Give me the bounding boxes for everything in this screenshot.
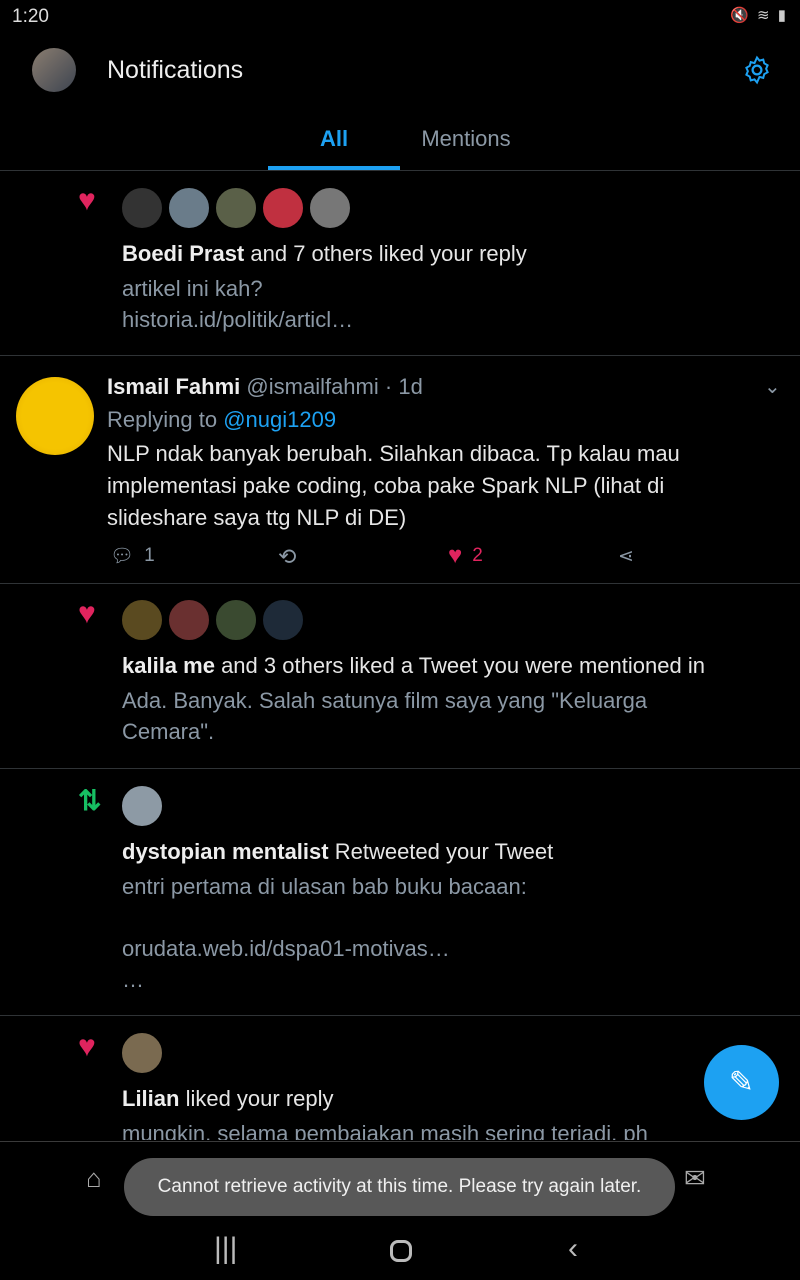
action-text: and 7 others liked your reply — [244, 241, 527, 266]
retweet-button[interactable]: ⟲ — [278, 544, 296, 570]
home-icon[interactable]: ⌂ — [86, 1163, 102, 1194]
actor-name[interactable]: dystopian mentalist — [122, 839, 329, 864]
status-time: 1:20 — [12, 6, 49, 27]
preview-line: mungkin, selama pembajakan masih sering … — [122, 1121, 648, 1140]
notification-text[interactable]: Boedi Prast and 7 others liked your repl… — [122, 238, 527, 269]
toast-message: Cannot retrieve activity at this time. P… — [124, 1158, 675, 1216]
tweet-author-handle: @ismailfahmi — [246, 374, 379, 399]
status-icons: 🔇 ≋ ▮ — [730, 7, 788, 24]
compose-tweet-button[interactable]: ✎ — [704, 1045, 779, 1120]
avatar[interactable] — [261, 186, 305, 230]
heart-icon: ♥ — [78, 597, 96, 630]
feather-plus-icon: ✎ — [728, 1066, 755, 1099]
messages-icon[interactable]: ✉ — [684, 1163, 706, 1194]
home-button[interactable] — [390, 1240, 412, 1262]
action-text: and 3 others liked a Tweet you were ment… — [214, 653, 705, 678]
action-text: Retweeted your Tweet — [328, 839, 554, 864]
avatar[interactable] — [120, 784, 164, 828]
avatar[interactable] — [120, 598, 164, 642]
divider — [0, 1141, 800, 1142]
replying-label: Replying to — [107, 407, 224, 432]
preview-line: Ada. Banyak. Salah satunya film saya yan… — [122, 688, 648, 744]
reply-count: 1 — [144, 545, 155, 566]
avatar[interactable] — [214, 598, 258, 642]
divider — [0, 768, 800, 769]
actor-name[interactable]: Lilian — [122, 1086, 179, 1111]
retweet-icon: ⟲ — [278, 544, 297, 569]
tab-mentions[interactable]: Mentions — [400, 126, 532, 152]
preview-ellipsis: … — [122, 967, 144, 992]
preview-line: entri pertama di ulasan bab buku bacaan: — [122, 874, 527, 899]
reply-button[interactable]: 💬︎ 1 — [110, 544, 155, 568]
avatar[interactable] — [120, 1031, 164, 1075]
tweet-time: · 1d — [384, 374, 423, 399]
page-title: Notifications — [107, 56, 244, 84]
divider — [0, 355, 800, 356]
actor-name[interactable]: kalila me — [122, 653, 215, 678]
mention-link[interactable]: @nugi1209 — [223, 407, 336, 432]
action-text: liked your reply — [179, 1086, 334, 1111]
recent-apps-button[interactable]: ||| — [214, 1232, 237, 1266]
avatar[interactable] — [214, 186, 258, 230]
profile-avatar[interactable] — [32, 48, 76, 92]
like-count: 2 — [472, 545, 483, 566]
avatar[interactable] — [120, 186, 164, 230]
divider — [0, 1015, 800, 1016]
tweet-body: NLP ndak banyak berubah. Silahkan dibaca… — [107, 441, 680, 530]
back-button[interactable]: ‹ — [568, 1232, 578, 1266]
tweet-author-name[interactable]: Ismail Fahmi — [107, 374, 240, 399]
chevron-down-icon[interactable]: ⌄ — [764, 374, 781, 399]
avatar[interactable] — [167, 598, 211, 642]
avatar[interactable] — [261, 598, 305, 642]
heart-icon: ♥ — [78, 1030, 96, 1063]
avatar[interactable] — [167, 186, 211, 230]
tweet-avatar[interactable] — [16, 377, 94, 455]
preview-link[interactable]: historia.id/politik/articl… — [122, 304, 353, 335]
notification-text[interactable]: dystopian mentalist Retweeted your Tweet — [122, 836, 553, 867]
preview-link[interactable]: orudata.web.id/dspa01-motivas… — [122, 933, 450, 964]
gear-icon[interactable] — [742, 55, 772, 85]
actor-name[interactable]: Boedi Prast — [122, 241, 244, 266]
divider — [0, 170, 800, 171]
avatar[interactable] — [308, 186, 352, 230]
notification-text[interactable]: kalila me and 3 others liked a Tweet you… — [122, 650, 705, 681]
reply-icon: 💬︎ — [110, 546, 135, 567]
notification-text[interactable]: Lilian liked your reply — [122, 1083, 334, 1114]
tab-all[interactable]: All — [268, 126, 400, 152]
heart-icon: ♥ — [448, 542, 463, 569]
retweet-icon: ⇅ — [78, 785, 102, 816]
divider — [0, 583, 800, 584]
preview-line: artikel ini kah? — [122, 276, 263, 301]
share-icon[interactable]: ⋖ — [618, 545, 634, 568]
like-button[interactable]: ♥ 2 — [448, 542, 483, 570]
heart-icon: ♥ — [78, 184, 96, 217]
